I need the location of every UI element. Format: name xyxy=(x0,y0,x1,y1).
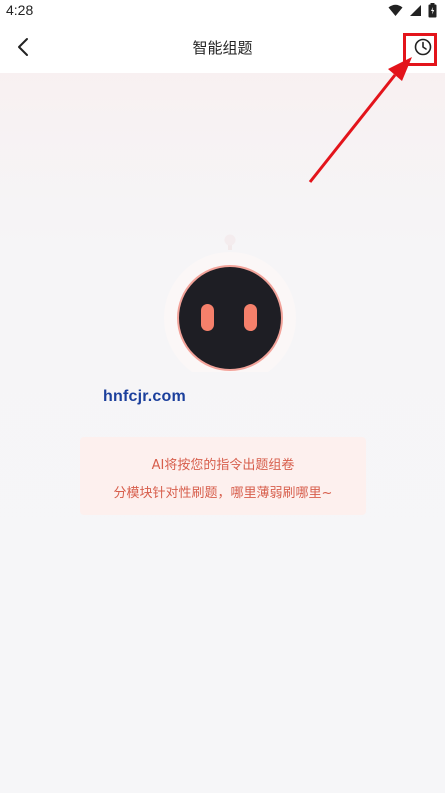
annotation-arrow xyxy=(308,57,412,183)
signal-icon xyxy=(410,5,421,16)
status-time: 4:28 xyxy=(6,2,34,18)
watermark-text: hnfcjr.com xyxy=(103,388,186,405)
info-line-1: AI将按您的指令出题组卷 xyxy=(151,458,295,473)
wifi-icon xyxy=(388,4,403,16)
ai-robot-icon xyxy=(164,234,296,372)
info-line-2: 分模块针对性刷题，哪里薄弱刷哪里~ xyxy=(113,486,333,501)
status-bar: 4:28 xyxy=(0,0,445,22)
battery-icon xyxy=(428,3,437,18)
info-card: AI将按您的指令出题组卷 分模块针对性刷题，哪里薄弱刷哪里~ xyxy=(80,437,366,515)
status-icons xyxy=(388,3,437,18)
